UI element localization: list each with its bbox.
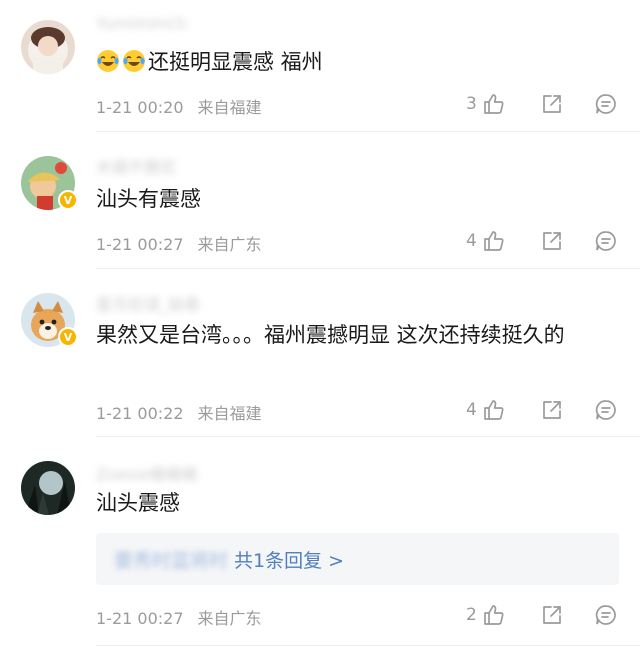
username[interactable]: Yumimimi3- xyxy=(96,14,190,34)
location: 来自福建 xyxy=(197,98,262,117)
username[interactable]: 星月初误_始卷 xyxy=(96,291,200,314)
like-icon xyxy=(483,400,504,420)
reply-icon xyxy=(595,94,616,114)
comment-text: 汕头震感 xyxy=(96,491,180,515)
reply-icon xyxy=(595,400,616,420)
reply-icon xyxy=(595,231,616,251)
share-icon xyxy=(543,232,561,250)
timestamp: 1-21 00:27 xyxy=(96,609,184,628)
like-count: 4 xyxy=(466,231,477,251)
location: 来自广东 xyxy=(197,609,262,628)
share-button[interactable] xyxy=(540,228,564,254)
comment-meta: 1-21 00:27 来自广东 xyxy=(96,605,262,629)
replies-preview[interactable]: 要秀时蓝将时 共1条回复 > xyxy=(96,533,619,585)
timestamp: 1-21 00:27 xyxy=(96,235,184,254)
comment-item: V 星月初误_始卷 果然又是台湾。。。福州震撼明显 这次还持续挺久的 1-21 … xyxy=(0,269,640,437)
comment-text: 还挺明显震感 福州 xyxy=(96,47,616,78)
laughing-crying-emoji xyxy=(97,50,119,72)
laughing-crying-emoji xyxy=(123,50,145,72)
like-icon xyxy=(483,605,504,625)
reply-button[interactable] xyxy=(594,397,618,423)
like-button[interactable]: 3 xyxy=(466,91,506,117)
comment-text: 汕头有震感 xyxy=(96,187,201,211)
avatar[interactable] xyxy=(21,461,75,515)
share-button[interactable] xyxy=(540,397,564,423)
verified-badge: V xyxy=(58,190,78,210)
like-count: 4 xyxy=(466,400,477,420)
share-icon xyxy=(543,401,561,419)
like-icon xyxy=(483,94,504,114)
username[interactable]: Zoesie楊楊楊 xyxy=(96,461,197,484)
comment-item: V 木頭不開花 汕头有震感 1-21 00:27 来自广东 4 xyxy=(0,132,640,269)
timestamp: 1-21 00:22 xyxy=(96,404,184,423)
like-icon xyxy=(483,231,504,251)
view-replies-link[interactable]: 共1条回复 > xyxy=(234,546,344,573)
location: 来自广东 xyxy=(197,235,262,254)
comment-text-body: 还挺明显震感 福州 xyxy=(148,50,323,74)
avatar[interactable] xyxy=(21,20,75,74)
timestamp: 1-21 00:20 xyxy=(96,98,184,117)
share-icon xyxy=(543,95,561,113)
comment-meta: 1-21 00:27 来自广东 xyxy=(96,231,262,255)
divider xyxy=(96,645,640,646)
like-button[interactable]: 2 xyxy=(466,602,506,628)
reply-button[interactable] xyxy=(594,602,618,628)
share-icon xyxy=(543,606,561,624)
reply-button[interactable] xyxy=(594,228,618,254)
like-button[interactable]: 4 xyxy=(466,397,506,423)
comment-item: Yumimimi3- 还挺明显震感 福州 1-21 00:20 来自福建 3 xyxy=(0,0,640,132)
location: 来自福建 xyxy=(197,404,262,423)
like-count: 3 xyxy=(466,94,477,114)
comment-meta: 1-21 00:20 来自福建 xyxy=(96,94,262,118)
share-button[interactable] xyxy=(540,91,564,117)
like-count: 2 xyxy=(466,605,477,625)
username[interactable]: 木頭不開花 xyxy=(96,154,176,177)
comment-item: Zoesie楊楊楊 汕头震感 要秀时蓝将时 共1条回复 > 1-21 00:27… xyxy=(0,437,640,651)
comment-meta: 1-21 00:22 来自福建 xyxy=(96,400,262,424)
comment-text: 果然又是台湾。。。福州震撼明显 这次还持续挺久的 xyxy=(96,323,565,347)
like-button[interactable]: 4 xyxy=(466,228,506,254)
verified-badge: V xyxy=(58,327,78,347)
reply-icon xyxy=(595,605,616,625)
reply-button[interactable] xyxy=(594,91,618,117)
share-button[interactable] xyxy=(540,602,564,628)
reply-author: 要秀时蓝将时 xyxy=(114,549,229,572)
